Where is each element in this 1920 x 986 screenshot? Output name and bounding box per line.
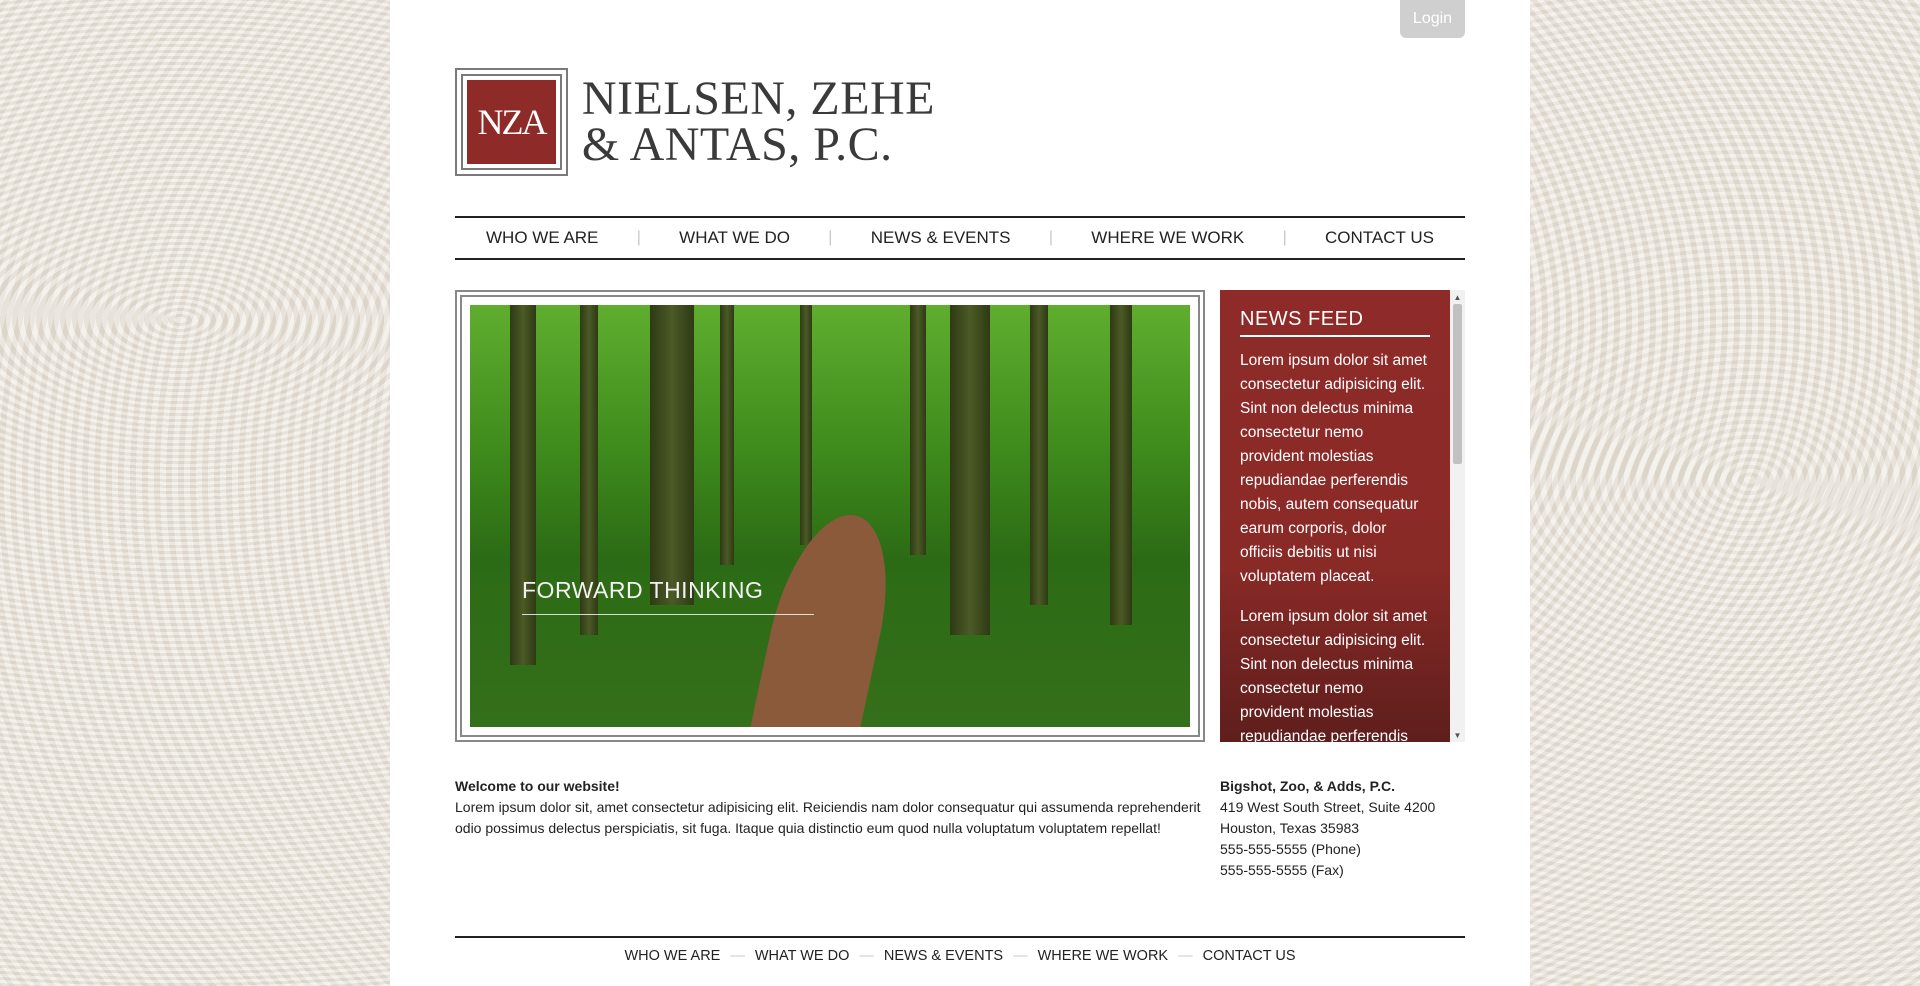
welcome-section: Welcome to our website! Lorem ipsum dolo… (455, 776, 1205, 839)
footer-separator: — (1178, 948, 1193, 964)
footer-item-what-we-do[interactable]: WHAT WE DO (755, 948, 850, 964)
logo-name-line2: & ANTAS, P.C. (581, 118, 893, 171)
main-nav: WHO WE ARE | WHAT WE DO | NEWS & EVENTS … (455, 216, 1465, 260)
nav-item-where-we-work[interactable]: WHERE WE WORK (1091, 228, 1244, 248)
hero-banner: FORWARD THINKING (455, 290, 1205, 742)
address-city: Houston, Texas 35983 (1220, 820, 1360, 836)
scroll-down-arrow-icon[interactable]: ▼ (1450, 728, 1465, 742)
nav-separator: | (1282, 229, 1287, 246)
footer-item-contact-us[interactable]: CONTACT US (1203, 948, 1296, 964)
scroll-up-arrow-icon[interactable]: ▲ (1450, 290, 1465, 304)
news-feed-scrollbar[interactable]: ▲ ▼ (1450, 290, 1465, 742)
footer-separator: — (730, 948, 745, 964)
nav-item-what-we-do[interactable]: WHAT WE DO (679, 228, 790, 248)
footer-divider (455, 936, 1465, 938)
nav-item-contact-us[interactable]: CONTACT US (1325, 228, 1434, 248)
nav-separator: | (828, 229, 833, 246)
scrollbar-thumb[interactable] (1453, 304, 1462, 464)
footer-nav: WHO WE ARE — WHAT WE DO — NEWS & EVENTS — WHER… (455, 948, 1465, 964)
logo-mark: NZA (455, 68, 568, 176)
address-block: Bigshot, Zoo, & Adds, P.C. 419 West Sout… (1220, 776, 1465, 881)
footer-item-who-we-are[interactable]: WHO WE ARE (624, 948, 720, 964)
footer-separator: — (1013, 948, 1028, 964)
news-item: Lorem ipsum dolor sit amet consectetur a… (1240, 352, 1427, 585)
logo-firm-name: NIELSEN, ZEHE & ANTAS, P.C. (581, 72, 935, 171)
page-container: Login NZA NIELSEN, ZEHE & ANTAS, P.C. WH… (390, 0, 1530, 986)
news-feed-panel[interactable]: NEWS FEED Lorem ipsum dolor sit amet con… (1220, 290, 1465, 742)
forest-image: FORWARD THINKING (470, 305, 1190, 727)
footer-item-where-we-work[interactable]: WHERE WE WORK (1038, 948, 1169, 964)
hero-caption: FORWARD THINKING (522, 577, 814, 615)
welcome-body: Lorem ipsum dolor sit, amet consectetur … (455, 799, 1201, 836)
news-feed-title: NEWS FEED (1240, 308, 1430, 337)
footer-item-news-events[interactable]: NEWS & EVENTS (884, 948, 1003, 964)
nav-separator: | (1048, 229, 1053, 246)
address-street: 419 West South Street, Suite 4200 (1220, 799, 1436, 815)
nav-item-news-events[interactable]: NEWS & EVENTS (871, 228, 1011, 248)
logo-name-line1: NIELSEN, ZEHE (581, 72, 935, 125)
login-button[interactable]: Login (1400, 0, 1465, 38)
firm-logo[interactable]: NZA NIELSEN, ZEHE & ANTAS, P.C. (455, 64, 935, 180)
logo-monogram: NZA (467, 80, 556, 164)
news-item: Lorem ipsum dolor sit amet consectetur a… (1240, 608, 1427, 742)
welcome-title: Welcome to our website! (455, 778, 620, 794)
nav-separator: | (636, 229, 641, 246)
nav-item-who-we-are[interactable]: WHO WE ARE (486, 228, 598, 248)
footer-separator: — (859, 948, 874, 964)
address-phone: 555-555-5555 (Phone) (1220, 841, 1361, 857)
address-fax: 555-555-5555 (Fax) (1220, 862, 1344, 878)
address-firm-name: Bigshot, Zoo, & Adds, P.C. (1220, 778, 1395, 794)
